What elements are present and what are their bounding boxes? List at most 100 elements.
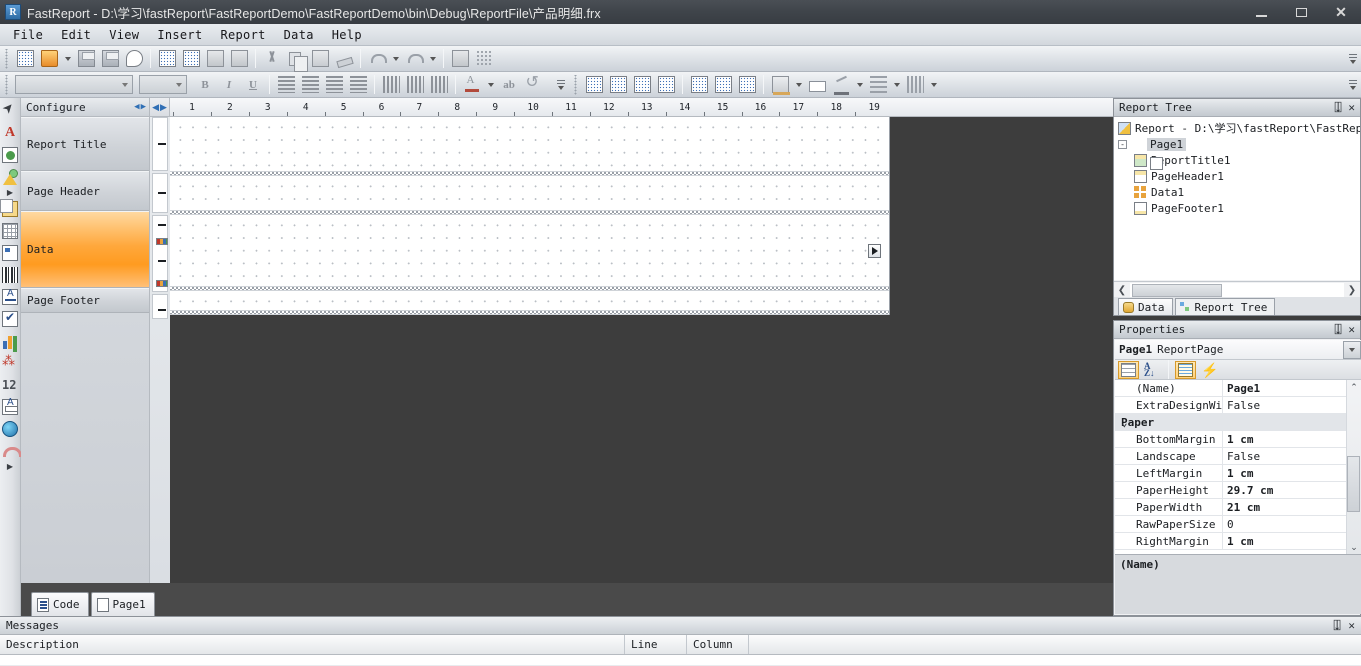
- menu-report[interactable]: Report: [211, 26, 274, 44]
- property-value[interactable]: 0: [1223, 516, 1346, 532]
- toolbar-overflow-button[interactable]: [1347, 48, 1359, 70]
- menu-view[interactable]: View: [100, 26, 148, 44]
- align-right-button[interactable]: [322, 74, 346, 96]
- column-header-line[interactable]: Line: [625, 635, 687, 654]
- redo-button[interactable]: [402, 48, 426, 70]
- page-footer-band[interactable]: [170, 291, 889, 310]
- column-header-column[interactable]: Column: [687, 635, 749, 654]
- tree-node-page1[interactable]: - Page1: [1118, 136, 1360, 170]
- align-justify-button[interactable]: [346, 74, 370, 96]
- new-page-button[interactable]: [155, 48, 179, 70]
- align-middle-button[interactable]: [403, 74, 427, 96]
- subreport-object-tool[interactable]: [0, 198, 20, 220]
- pin-icon[interactable]: ⍗: [1335, 102, 1342, 113]
- property-value[interactable]: 21 cm: [1223, 499, 1346, 515]
- property-value[interactable]: 1 cm: [1223, 431, 1346, 447]
- page-header-band[interactable]: [170, 176, 889, 210]
- property-value[interactable]: False: [1223, 448, 1346, 464]
- chart-object-tool[interactable]: [1, 330, 20, 352]
- table-object-tool[interactable]: [1, 220, 20, 242]
- font-color-button[interactable]: [460, 74, 484, 96]
- pin-icon[interactable]: ⍗: [1335, 324, 1342, 335]
- redo-dropdown-button[interactable]: [426, 48, 439, 70]
- hscroll-thumb[interactable]: [1132, 283, 1222, 297]
- scroll-right-icon[interactable]: ❯: [1344, 283, 1360, 298]
- menu-edit[interactable]: Edit: [52, 26, 100, 44]
- font-name-select[interactable]: [15, 75, 133, 94]
- close-button[interactable]: ✕: [1321, 0, 1361, 24]
- nav-left-icon[interactable]: ◀: [152, 102, 159, 113]
- maximize-button[interactable]: [1281, 0, 1321, 24]
- report-tree-hscrollbar[interactable]: ❮ ❯: [1114, 281, 1360, 298]
- property-value[interactable]: [1223, 414, 1346, 430]
- copy-button[interactable]: [284, 48, 308, 72]
- picture-object-tool[interactable]: [1, 144, 20, 166]
- align-bottom-button[interactable]: [427, 74, 451, 96]
- align-left-button[interactable]: [274, 74, 298, 96]
- tree-node-report[interactable]: Report - D:\学习\fastReport\FastRepor: [1118, 120, 1360, 136]
- alphabetical-button[interactable]: A Z↓: [1141, 361, 1162, 379]
- line-color-dropdown[interactable]: [853, 74, 866, 96]
- property-row[interactable]: LeftMargin 1 cm: [1115, 465, 1346, 482]
- report-title-band[interactable]: [170, 117, 889, 171]
- tree-expander[interactable]: -: [1118, 139, 1127, 149]
- border-custom-button[interactable]: [735, 74, 759, 96]
- nav-right-icon[interactable]: ▶: [160, 102, 167, 113]
- tree-node-pageheader1[interactable]: PageHeader1: [1118, 168, 1360, 184]
- underline-button[interactable]: U: [241, 74, 265, 96]
- property-row[interactable]: RawPaperSize 0: [1115, 516, 1346, 533]
- column-header-description[interactable]: Description: [0, 635, 625, 654]
- property-value[interactable]: 1 cm: [1223, 533, 1346, 549]
- scroll-left-icon[interactable]: ❮: [1114, 283, 1130, 298]
- pin-icon[interactable]: ⍗: [1334, 620, 1341, 631]
- nav-right-icon[interactable]: ▶: [141, 102, 146, 112]
- format-painter-button[interactable]: [332, 48, 356, 70]
- sparkline-object-tool[interactable]: [1, 352, 20, 374]
- report-settings-button[interactable]: [227, 48, 251, 70]
- property-row[interactable]: PaperWidth 21 cm: [1115, 499, 1346, 516]
- open-dropdown-button[interactable]: [61, 48, 74, 70]
- toolbar-grip[interactable]: [3, 74, 11, 95]
- matrix-object-tool[interactable]: [1, 242, 20, 264]
- line-width-dropdown[interactable]: [890, 74, 903, 96]
- font-color-dropdown[interactable]: [484, 74, 497, 96]
- text-object-tool[interactable]: A: [1, 122, 20, 144]
- property-row[interactable]: Landscape False: [1115, 448, 1346, 465]
- scroll-up-icon[interactable]: ⌃: [1350, 380, 1358, 394]
- nav-left-icon[interactable]: ◀: [134, 102, 139, 112]
- close-icon[interactable]: ✕: [1348, 620, 1355, 631]
- open-report-button[interactable]: [37, 48, 61, 70]
- border-none-button[interactable]: [606, 74, 630, 96]
- properties-button[interactable]: [1175, 360, 1196, 379]
- tab-report-tree[interactable]: Report Tree: [1174, 298, 1276, 315]
- events-button[interactable]: ⚡: [1198, 361, 1219, 379]
- border-outside-button[interactable]: [630, 74, 654, 96]
- property-row[interactable]: (Name) Page1: [1115, 380, 1346, 397]
- tab-page1[interactable]: Page1: [90, 592, 155, 616]
- band-label-page-footer[interactable]: Page Footer: [21, 288, 149, 313]
- align-top-button[interactable]: [379, 74, 403, 96]
- more-objects-tool[interactable]: ▶: [7, 462, 13, 472]
- shape-more-tool[interactable]: ▶: [7, 188, 13, 198]
- format-overflow-button[interactable]: [555, 74, 567, 96]
- digital-object-tool[interactable]: 12: [1, 374, 20, 396]
- barcode-object-tool[interactable]: [1, 264, 20, 286]
- property-row[interactable]: RightMargin 1 cm: [1115, 533, 1346, 550]
- italic-button[interactable]: I: [217, 74, 241, 96]
- hscroll-track[interactable]: [1130, 282, 1344, 298]
- ruler-nav[interactable]: ◀ ▶: [150, 98, 170, 116]
- map-object-tool[interactable]: [1, 418, 20, 440]
- categorized-button[interactable]: [1118, 360, 1139, 379]
- property-row[interactable]: BottomMargin 1 cm: [1115, 431, 1346, 448]
- align-center-button[interactable]: [298, 74, 322, 96]
- paste-button[interactable]: [308, 48, 332, 70]
- gauge-object-tool[interactable]: [1, 440, 22, 462]
- menu-help[interactable]: Help: [323, 26, 371, 44]
- properties-scroll-thumb[interactable]: [1347, 456, 1360, 512]
- scroll-down-icon[interactable]: ⌄: [1350, 540, 1358, 554]
- cut-button[interactable]: [260, 48, 284, 70]
- data-band[interactable]: [170, 215, 889, 286]
- bring-to-front-button[interactable]: [448, 48, 472, 70]
- new-report-button[interactable]: [13, 48, 37, 70]
- send-to-back-button[interactable]: [472, 48, 496, 70]
